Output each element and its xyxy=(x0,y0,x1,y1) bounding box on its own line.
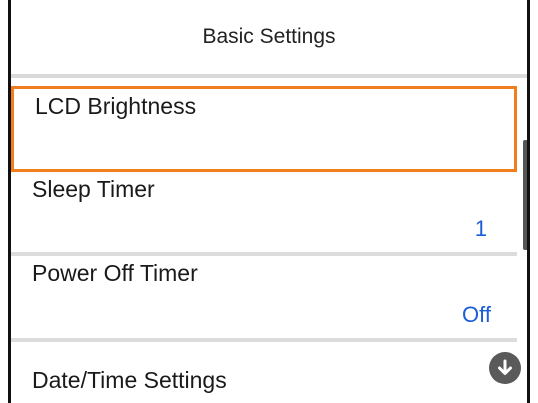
setting-power-off-timer-label: Power Off Timer xyxy=(32,260,198,286)
header: Basic Settings xyxy=(11,0,527,78)
settings-list: LCD Brightness Sleep Timer 1 Power Off T… xyxy=(11,78,517,403)
scroll-down-button[interactable] xyxy=(489,352,521,384)
setting-sleep-timer-value: 1 xyxy=(474,216,487,241)
setting-date-time[interactable]: Date/Time Settings xyxy=(11,342,517,403)
setting-date-time-label: Date/Time Settings xyxy=(32,367,227,393)
setting-lcd-brightness[interactable]: LCD Brightness xyxy=(11,86,517,172)
setting-lcd-brightness-label: LCD Brightness xyxy=(35,93,197,119)
setting-power-off-timer[interactable]: Power Off Timer Off xyxy=(11,256,517,336)
settings-screen: Basic Settings LCD Brightness Sleep Time… xyxy=(8,0,530,403)
setting-sleep-timer[interactable]: Sleep Timer 1 xyxy=(11,174,517,250)
arrow-down-circle-icon xyxy=(498,359,512,375)
scrollbar[interactable] xyxy=(523,140,527,250)
setting-power-off-timer-value: Off xyxy=(462,302,491,327)
page-title: Basic Settings xyxy=(202,25,336,48)
setting-sleep-timer-label: Sleep Timer xyxy=(32,176,155,202)
